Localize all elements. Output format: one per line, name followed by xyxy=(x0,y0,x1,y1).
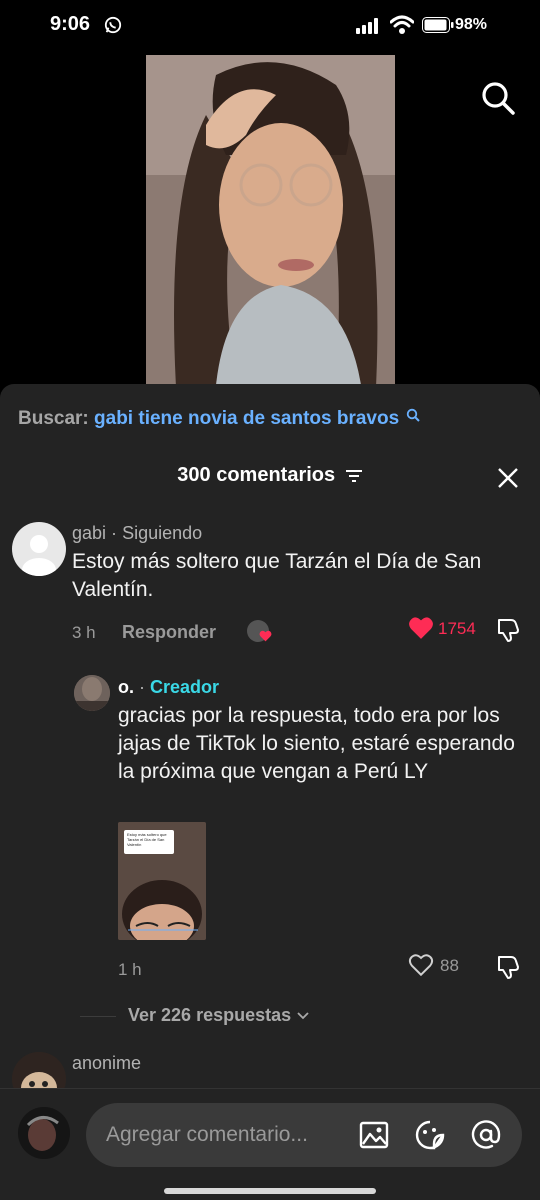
separator-dot: · xyxy=(139,677,146,697)
search-term-link[interactable]: gabi tiene novia de santos bravos xyxy=(94,408,399,429)
thumbnail-card-text: Estoy más soltero que Tarzán el Día de S… xyxy=(127,832,167,847)
home-indicator xyxy=(164,1188,376,1194)
comment-input-placeholder[interactable]: Agregar comentario... xyxy=(106,1123,308,1147)
default-avatar-icon xyxy=(22,535,56,576)
status-bar: 9:06 98% xyxy=(0,0,540,54)
whatsapp-icon xyxy=(104,16,122,34)
reply-button[interactable]: Responder xyxy=(122,622,216,643)
following-tag: Siguiendo xyxy=(122,523,203,543)
search-icon[interactable] xyxy=(480,80,516,116)
comment-username[interactable]: anonime xyxy=(72,1053,141,1074)
search-mini-icon xyxy=(407,408,421,422)
mention-icon[interactable] xyxy=(470,1119,502,1151)
comments-count: 300 comentarios xyxy=(177,464,336,486)
comment-time: 3 h xyxy=(72,623,96,642)
battery-percent: 98% xyxy=(455,16,488,33)
thumbnail-comment-card: Estoy más soltero que Tarzán el Día de S… xyxy=(124,830,174,854)
heart-filled-icon[interactable] xyxy=(408,616,434,640)
avatar[interactable] xyxy=(12,522,66,576)
comment-username[interactable]: gabi · Siguiendo xyxy=(72,523,202,544)
chevron-down-icon xyxy=(297,1012,309,1020)
comment-input[interactable]: Agregar comentario... xyxy=(86,1103,522,1167)
sticker-icon[interactable] xyxy=(414,1119,446,1151)
reply-username[interactable]: o. · Creador xyxy=(118,677,219,698)
reply-like-count: 88 xyxy=(440,956,459,975)
reply-text: gracias por la respuesta, todo era por l… xyxy=(118,704,515,783)
comment-text: Estoy más soltero que Tarzán el Día de S… xyxy=(72,550,482,601)
like-count: 1754 xyxy=(438,619,476,638)
reply-time: 1 h xyxy=(118,960,142,979)
reply-avatar[interactable] xyxy=(74,675,110,711)
image-icon[interactable] xyxy=(358,1119,390,1151)
heart-outline-icon[interactable] xyxy=(408,953,434,977)
divider xyxy=(80,1016,116,1017)
separator-dot: · xyxy=(111,523,118,543)
wifi-icon xyxy=(390,15,414,34)
reply-video-thumbnail[interactable]: Estoy más soltero que Tarzán el Día de S… xyxy=(118,822,206,940)
status-time: 9:06 xyxy=(50,13,91,35)
dislike-icon[interactable] xyxy=(496,617,520,643)
comments-count-header: 300 comentarios xyxy=(0,464,540,487)
reply-username-text[interactable]: o. xyxy=(118,677,134,697)
search-label: Buscar: xyxy=(18,408,89,429)
view-replies-button[interactable]: Ver 226 respuestas xyxy=(128,1005,310,1026)
signal-icon xyxy=(356,18,378,34)
battery-icon xyxy=(422,17,454,33)
comments-sheet: Buscar: gabi tiene novia de santos bravo… xyxy=(0,384,540,1200)
avatar-photo xyxy=(74,675,110,711)
avatar-photo xyxy=(18,1107,70,1159)
username-text[interactable]: anonime xyxy=(72,1053,141,1073)
my-avatar[interactable] xyxy=(18,1107,70,1159)
close-icon[interactable] xyxy=(496,466,520,490)
related-search[interactable]: Buscar: gabi tiene novia de santos bravo… xyxy=(18,408,421,430)
creator-tag: Creador xyxy=(150,677,220,697)
video-player[interactable] xyxy=(146,55,395,387)
view-replies-label[interactable]: Ver 226 respuestas xyxy=(128,1005,291,1025)
video-frame-image xyxy=(146,55,395,387)
sort-icon[interactable] xyxy=(345,469,363,483)
username-text[interactable]: gabi xyxy=(72,523,106,543)
comment-composer: Agregar comentario... xyxy=(0,1088,540,1200)
creator-liked-badge xyxy=(247,620,272,644)
reply-dislike-icon[interactable] xyxy=(496,954,520,980)
heart-badge-icon xyxy=(259,630,272,642)
